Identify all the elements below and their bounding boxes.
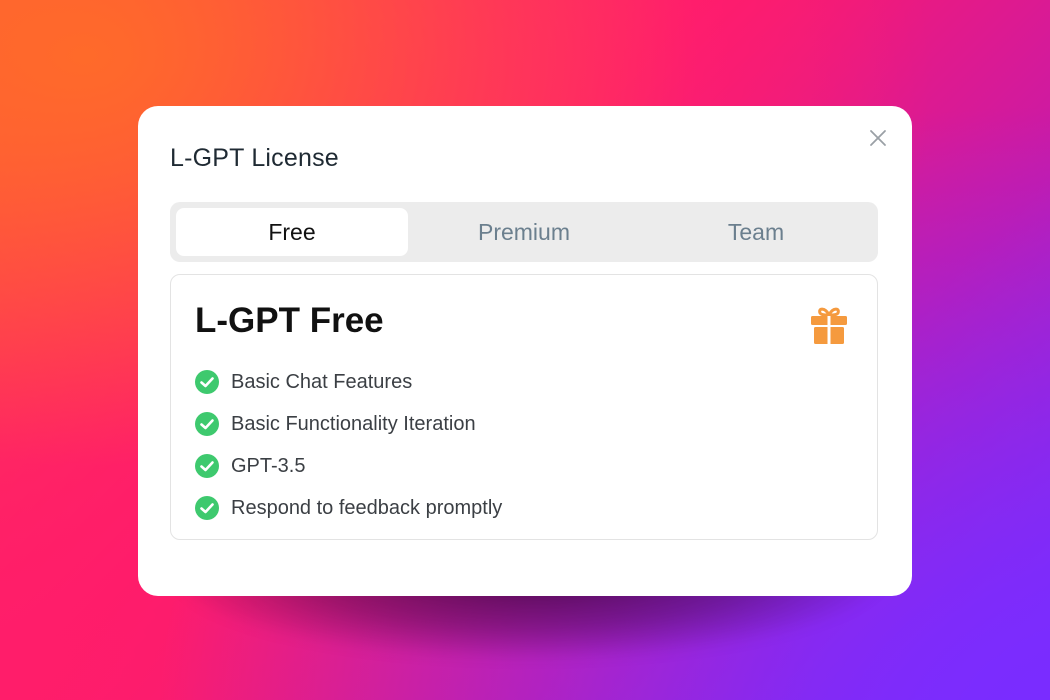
license-dialog: L-GPT License Free Premium Team L-GPT Fr…	[138, 106, 912, 596]
list-item: Respond to feedback promptly	[195, 487, 502, 529]
list-item: Basic Chat Features	[195, 361, 502, 403]
list-item: GPT-3.5	[195, 445, 502, 487]
feature-label: Respond to feedback promptly	[231, 496, 503, 519]
plan-title: L-GPT Free	[195, 301, 384, 340]
check-circle-icon	[195, 370, 219, 394]
close-button[interactable]	[866, 126, 890, 150]
feature-label: GPT-3.5	[231, 454, 306, 477]
list-item: Basic Functionality Iteration	[195, 403, 502, 445]
check-circle-icon	[195, 496, 219, 520]
feature-list: Basic Chat Features Basic Functionality …	[195, 361, 502, 529]
tab-premium[interactable]: Premium	[408, 208, 640, 256]
tab-free[interactable]: Free	[176, 208, 408, 256]
check-circle-icon	[195, 412, 219, 436]
plan-tabs: Free Premium Team	[170, 202, 878, 262]
gift-icon	[811, 307, 847, 344]
feature-label: Basic Chat Features	[231, 370, 413, 393]
feature-label: Basic Functionality Iteration	[231, 412, 476, 435]
dialog-title: L-GPT License	[170, 144, 339, 172]
check-circle-icon	[195, 454, 219, 478]
close-icon	[870, 130, 886, 146]
tab-team[interactable]: Team	[640, 208, 872, 256]
plan-card: L-GPT Free Basic Chat Features Basic Fun…	[170, 274, 878, 540]
